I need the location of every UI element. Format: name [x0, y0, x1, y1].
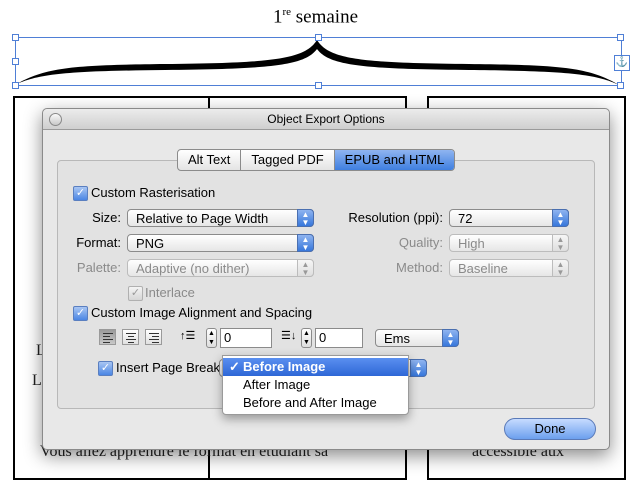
tab-epub-and-html[interactable]: EPUB and HTML [333, 150, 455, 170]
interlace-checkbox[interactable]: ✓ [128, 286, 143, 301]
method-label: Method: [396, 260, 443, 275]
updown-arrows-icon: ▲ ▼ [552, 234, 569, 252]
tab-bar: Alt Text Tagged PDF EPUB and HTML [177, 149, 456, 171]
updown-arrows-icon: ▲ ▼ [297, 209, 314, 227]
space-after-stepper[interactable]: ▲ ▼ [301, 328, 312, 348]
frame-handle[interactable] [617, 82, 624, 89]
align-center-button[interactable] [122, 329, 139, 345]
dialog-title: Object Export Options [267, 112, 385, 126]
align-right-button[interactable] [145, 329, 162, 345]
space-after-input[interactable]: 0 [315, 328, 363, 348]
frame-handle[interactable] [315, 82, 322, 89]
done-button[interactable]: Done [504, 418, 596, 440]
units-select[interactable]: Ems ▲ ▼ [375, 329, 459, 347]
palette-select[interactable]: Adaptive (no dither) ▲ ▼ [127, 259, 314, 277]
updown-arrows-icon: ▲ ▼ [552, 259, 569, 277]
format-select[interactable]: PNG ▲ ▼ [127, 234, 314, 252]
resolution-select[interactable]: 72 ▲ ▼ [449, 209, 569, 227]
updown-arrows-icon: ▲ ▼ [552, 209, 569, 227]
method-select[interactable]: Baseline ▲ ▼ [449, 259, 569, 277]
frame-handle[interactable] [12, 34, 19, 41]
palette-label: Palette: [76, 260, 121, 275]
custom-alignment-label: Custom Image Alignment and Spacing [91, 305, 313, 320]
size-select[interactable]: Relative to Page Width ▲ ▼ [127, 209, 314, 227]
space-after-icon: ☰↓ [281, 330, 297, 342]
align-left-button[interactable] [99, 329, 116, 345]
tab-tagged-pdf[interactable]: Tagged PDF [240, 150, 333, 170]
space-before-input[interactable]: 0 [220, 328, 272, 348]
size-label: Size: [92, 210, 121, 225]
spread-heading: 1re semaine [272, 6, 359, 28]
menu-item-before-and-after-image[interactable]: Before and After Image [223, 394, 408, 412]
quality-label: Quality: [398, 235, 443, 250]
resolution-label: Resolution (ppi): [348, 210, 443, 225]
frame-handle[interactable] [315, 34, 322, 41]
custom-rasterisation-label: Custom Rasterisation [91, 185, 216, 200]
menu-item-after-image[interactable]: After Image [223, 376, 408, 394]
updown-arrows-icon: ▲ ▼ [297, 259, 314, 277]
format-label: Format: [76, 235, 121, 250]
menu-item-before-image[interactable]: ✓ Before Image [223, 358, 408, 376]
custom-alignment-checkbox[interactable]: ✓ [73, 306, 88, 321]
dialog-titlebar[interactable]: Object Export Options [43, 109, 609, 130]
page-break-menu: ✓ Before Image After Image Before and Af… [222, 355, 409, 415]
frame-handle[interactable] [12, 82, 19, 89]
updown-arrows-icon: ▲ ▼ [297, 234, 314, 252]
updown-arrows-icon: ▲ ▼ [410, 359, 427, 377]
custom-rasterisation-checkbox[interactable]: ✓ [73, 186, 88, 201]
background-text: L [32, 372, 42, 389]
space-before-stepper[interactable]: ▲ ▼ [206, 328, 217, 348]
frame-handle[interactable] [617, 34, 624, 41]
quality-select[interactable]: High ▲ ▼ [449, 234, 569, 252]
anchor-icon[interactable]: ⚓ [614, 55, 630, 71]
space-before-icon: ↑☰ [180, 330, 196, 342]
insert-page-break-checkbox[interactable]: ✓ [98, 361, 113, 376]
frame-handle[interactable] [12, 58, 19, 65]
insert-page-break-label: Insert Page Break [116, 360, 221, 375]
tab-alt-text[interactable]: Alt Text [178, 150, 240, 170]
updown-arrows-icon: ▲ ▼ [442, 329, 459, 347]
interlace-label: Interlace [145, 285, 195, 300]
checkmark-icon: ✓ [229, 359, 240, 374]
brace-graphic[interactable] [15, 37, 622, 87]
